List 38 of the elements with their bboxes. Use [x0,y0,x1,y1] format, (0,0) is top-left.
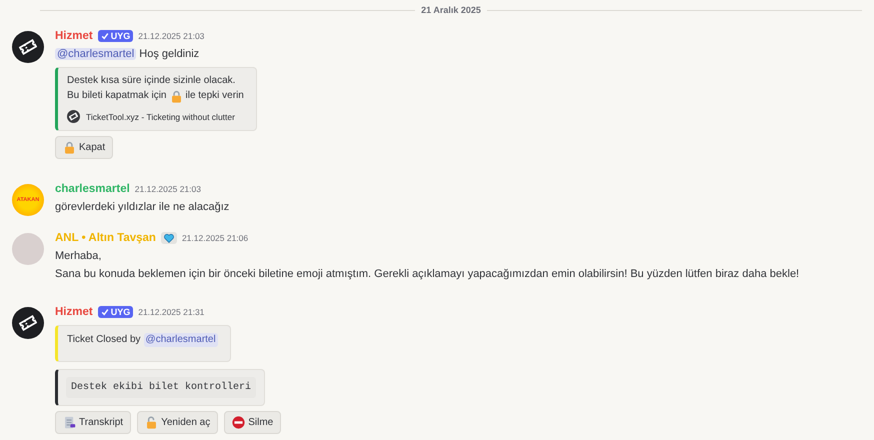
author-name[interactable]: Hizmet [55,306,93,318]
embed-text: ile tepki verin [186,89,244,103]
author-name[interactable]: charlesmartel [55,183,130,195]
app-tag: UYG [98,30,134,42]
padlock-icon [170,90,182,102]
embed-footer-text: TicketTool.xyz - Ticketing without clutter [86,112,235,122]
timestamp: 21.12.2025 21:03 [138,31,204,41]
bot-avatar[interactable] [12,31,44,63]
check-icon [100,32,109,40]
timestamp: 21.12.2025 21:31 [138,307,204,317]
document-icon [63,416,76,429]
user-mention[interactable]: @charlesmartel [55,48,136,60]
open-padlock-icon [145,416,158,429]
app-tag: UYG [98,306,134,318]
no-entry-icon [232,416,246,429]
code-block: Destek ekibi bilet kontrolleri [66,377,256,398]
action-button[interactable]: Silme [224,411,282,434]
date-divider: 21 Aralık 2025 [421,5,481,15]
check-icon [100,308,109,316]
timestamp: 21.12.2025 21:06 [182,233,248,243]
embed-text: Ticket Closed by @charlesmartel [67,333,218,347]
author-name[interactable]: Hizmet [55,30,93,42]
action-button[interactable]: Kapat [55,136,114,159]
ticket-icon [19,38,37,56]
embed-text: Bu bileti kapatmak için [67,89,166,103]
action-button[interactable]: Transkript [55,411,132,434]
message-text: @charlesmartel Hoş geldiniz [55,47,200,62]
embed-text: Destek kısa süre içinde sizinle olacak. [67,74,236,88]
message-text: Merhaba, [55,249,102,264]
action-button[interactable]: Yeniden aç [137,411,218,434]
bot-avatar[interactable] [12,307,44,339]
ticket-icon [67,110,80,123]
user-mention[interactable]: @charlesmartel [144,333,218,347]
padlock-icon [63,141,76,154]
message-text: Sana bu konuda beklemen için bir önceki biletine emoji atmıştım. Gerekli açıklamayı yapacağımızdan emin olabilirsin! Bu yüzden lütfen biraz daha bekle! [55,267,800,282]
message-text: görevlerdeki yıldızlar ile ne alacağız [55,200,230,215]
ticket-icon [19,314,37,332]
timestamp: 21.12.2025 21:03 [134,184,201,194]
